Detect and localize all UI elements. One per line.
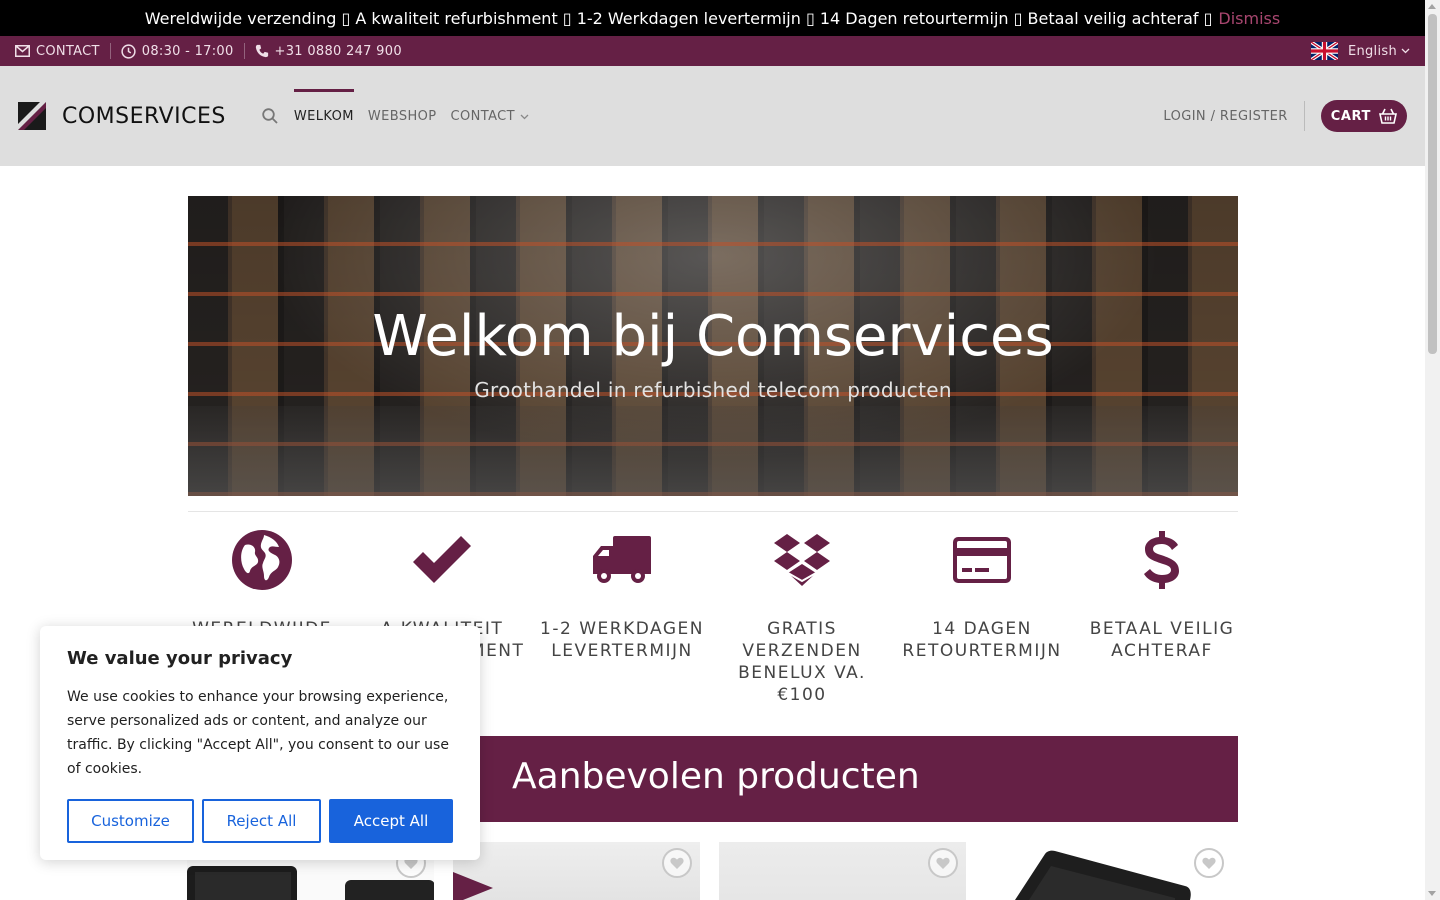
search-icon[interactable] <box>262 108 278 124</box>
divider <box>109 43 111 59</box>
topbar-hours-label: 08:30 - 17:00 <box>141 43 234 59</box>
basket-icon <box>1379 108 1397 124</box>
dollar-icon <box>1142 528 1182 592</box>
wishlist-heart-icon[interactable] <box>928 848 958 878</box>
hero-subtitle: Groothandel in refurbished telecom produ… <box>474 378 952 402</box>
reject-all-button[interactable]: Reject All <box>202 799 321 843</box>
feature-label: 1-2 WERKDAGEN LEVERTERMIJN <box>540 619 704 661</box>
page-scrollbar[interactable] <box>1425 0 1440 900</box>
site-logo[interactable]: COMSERVICES <box>18 102 226 130</box>
feature-label: 14 DAGEN RETOURTERMIJN <box>902 619 1062 661</box>
nav-item-contact-label: CONTACT <box>450 108 515 124</box>
cookie-consent-dialog: We value your privacy We use cookies to … <box>40 626 480 860</box>
topbar-hours: 08:30 - 17:00 <box>121 44 234 59</box>
dropbox-icon <box>772 528 832 592</box>
logo-text: COMSERVICES <box>62 103 226 129</box>
truck-icon <box>591 528 653 592</box>
hero-banner: Welkom bij Comservices Groothandel in re… <box>188 196 1238 496</box>
topbar-contact-link[interactable]: CONTACT <box>15 44 100 59</box>
logo-mark-icon <box>18 102 46 130</box>
scrollbar-thumb[interactable] <box>1428 14 1437 354</box>
nav-item-contact[interactable]: CONTACT <box>451 89 529 144</box>
main-header: COMSERVICES WELKOM WEBSHOP CONTACT LOGIN… <box>0 66 1425 166</box>
nav-item-welkom[interactable]: WELKOM <box>293 88 354 144</box>
wishlist-heart-icon[interactable] <box>1194 848 1224 878</box>
divider <box>243 43 245 59</box>
product-card[interactable] <box>985 842 1232 900</box>
product-card[interactable] <box>719 842 966 900</box>
cart-label: CART <box>1330 108 1371 124</box>
product-image <box>453 872 493 900</box>
clock-icon <box>121 43 136 59</box>
store-notice-bar: Wereldwijde verzending ▯ A kwaliteit ref… <box>0 0 1425 36</box>
product-card[interactable] <box>453 842 700 900</box>
feature-return-period: 14 DAGEN RETOURTERMIJN <box>892 528 1072 706</box>
feature-free-shipping: GRATIS VERZENDEN BENELUX VA. €100 <box>712 528 892 706</box>
wishlist-heart-icon[interactable] <box>662 848 692 878</box>
dismiss-link[interactable]: Dismiss <box>1218 9 1280 28</box>
feature-delivery-time: 1-2 WERKDAGEN LEVERTERMIJN <box>532 528 712 706</box>
cookie-buttons: Customize Reject All Accept All <box>67 799 453 843</box>
check-icon <box>411 528 473 592</box>
feature-label: GRATIS VERZENDEN BENELUX VA. €100 <box>738 619 866 705</box>
section-divider <box>188 511 1238 512</box>
chevron-down-icon <box>1401 48 1410 54</box>
hero-floor-shade <box>188 406 1238 496</box>
scroll-up-arrow-icon[interactable] <box>1428 4 1436 9</box>
language-label: English <box>1347 43 1397 59</box>
uk-flag-icon <box>1310 42 1338 60</box>
phone-icon <box>255 44 268 58</box>
main-nav: WELKOM WEBSHOP CONTACT <box>262 88 529 144</box>
recommended-products-title: Aanbevolen producten <box>512 756 920 797</box>
topbar-phone-link[interactable]: +31 0880 247 900 <box>255 44 402 59</box>
product-image <box>1015 850 1191 900</box>
nav-item-webshop[interactable]: WEBSHOP <box>368 89 437 144</box>
cookie-title: We value your privacy <box>67 648 293 669</box>
hero-title: Welkom bij Comservices <box>372 304 1054 369</box>
login-register-link[interactable]: LOGIN / REGISTER <box>1163 101 1305 131</box>
accept-all-button[interactable]: Accept All <box>329 799 453 843</box>
credit-card-icon <box>951 528 1013 592</box>
globe-icon <box>231 528 293 592</box>
language-switcher[interactable]: English <box>1310 42 1410 60</box>
header-actions: LOGIN / REGISTER CART <box>1163 100 1407 132</box>
envelope-icon <box>15 45 30 57</box>
feature-pay-afterwards: BETAAL VEILIG ACHTERAF <box>1072 528 1252 706</box>
topbar-phone-label: +31 0880 247 900 <box>274 43 402 59</box>
customize-button[interactable]: Customize <box>67 799 194 843</box>
scroll-down-arrow-icon[interactable] <box>1428 891 1436 896</box>
topbar-contact-label: CONTACT <box>36 43 100 59</box>
store-notice-text: Wereldwijde verzending ▯ A kwaliteit ref… <box>144 8 1213 28</box>
cookie-text: We use cookies to enhance your browsing … <box>67 689 449 777</box>
feature-label: BETAAL VEILIG ACHTERAF <box>1089 619 1235 661</box>
top-bar: CONTACT 08:30 - 17:00 +31 0880 247 900 E… <box>0 36 1425 66</box>
cart-button[interactable]: CART <box>1320 100 1407 132</box>
chevron-down-icon <box>520 114 528 119</box>
